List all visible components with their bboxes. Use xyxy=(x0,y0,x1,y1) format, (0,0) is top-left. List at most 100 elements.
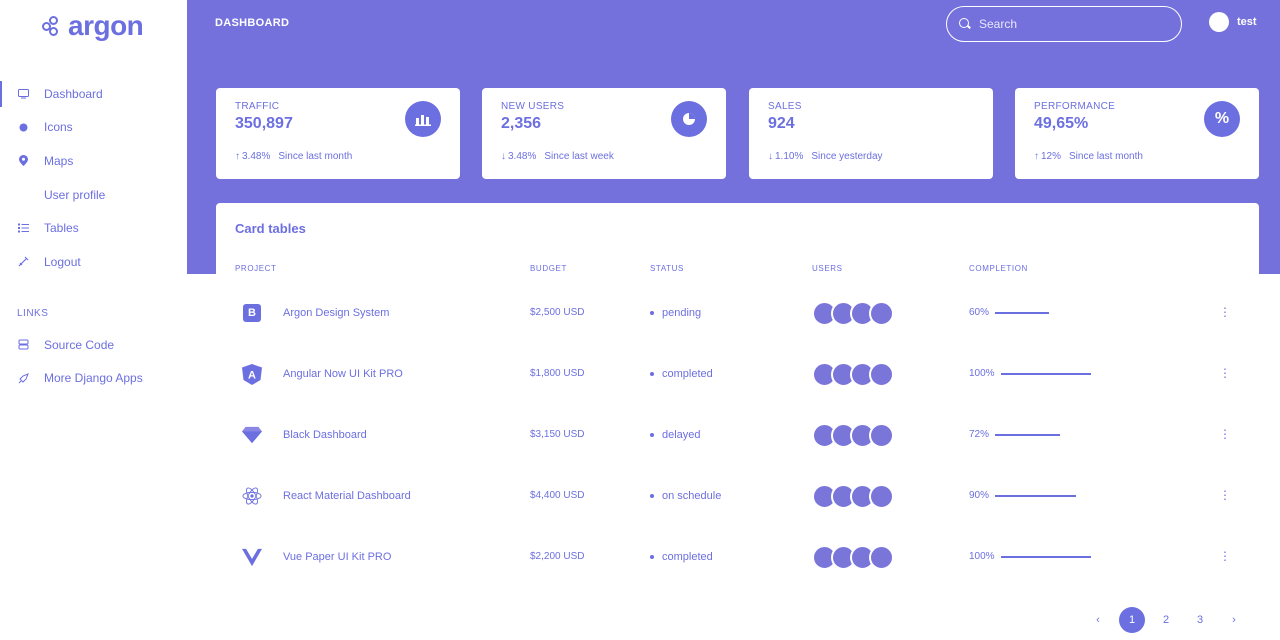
status-dot xyxy=(650,555,654,559)
avatar[interactable] xyxy=(869,423,894,448)
percent-icon: % xyxy=(1204,101,1240,137)
column-header-status: STATUS xyxy=(650,264,684,273)
completion: 100% xyxy=(969,551,1091,562)
sidebar-item-label: Icons xyxy=(44,120,73,135)
status-text: completed xyxy=(662,551,713,563)
user-menu[interactable]: test xyxy=(1209,12,1257,32)
page-title[interactable]: DASHBOARD xyxy=(215,17,289,29)
stat-footer: ↓ 1.10% Since yesterday xyxy=(768,151,883,162)
tv-icon xyxy=(17,88,29,100)
more-options-icon[interactable]: ⋮ xyxy=(1219,427,1231,441)
svg-text:A: A xyxy=(248,369,256,381)
project-name[interactable]: Black Dashboard xyxy=(283,429,367,441)
key-icon xyxy=(17,256,29,268)
sidebar-item-label: User profile xyxy=(44,187,106,202)
sidebar-item-label: Dashboard xyxy=(44,86,103,101)
progress-bar xyxy=(995,311,1050,314)
budget: $2,500 USD xyxy=(530,307,585,318)
completion-percent: 90% xyxy=(969,490,990,501)
pagination-page-3[interactable]: 3 xyxy=(1187,607,1213,633)
pagination-next[interactable]: › xyxy=(1221,607,1247,633)
sidebar-item-tables[interactable]: Tables xyxy=(0,211,187,245)
avatar[interactable] xyxy=(1209,12,1229,32)
progress-bar xyxy=(1000,372,1091,375)
status-text: delayed xyxy=(662,429,701,441)
search-input[interactable] xyxy=(979,17,1169,31)
sidebar-item-more-django-apps[interactable]: More Django Apps xyxy=(0,362,187,396)
completion: 72% xyxy=(969,429,1060,440)
card-title: Card tables xyxy=(235,221,306,236)
arrow-up-icon: ↑ xyxy=(1034,151,1039,162)
user-avatars xyxy=(812,362,894,387)
column-header-completion: COMPLETION xyxy=(969,264,1028,273)
status-text: pending xyxy=(662,307,702,319)
more-options-icon[interactable]: ⋮ xyxy=(1219,366,1231,380)
sidebar-item-label: More Django Apps xyxy=(44,371,143,386)
status-dot xyxy=(650,494,654,498)
card-table: Card tables PROJECT BUDGET STATUS USERS … xyxy=(216,203,1259,640)
pagination-page-1[interactable]: 1 xyxy=(1119,607,1145,633)
sidebar-item-label: Maps xyxy=(44,153,74,168)
table-row: B Argon Design System $2,500 USD pending… xyxy=(216,283,1259,344)
user-avatars xyxy=(812,301,894,326)
project-name[interactable]: React Material Dashboard xyxy=(283,490,411,502)
more-options-icon[interactable]: ⋮ xyxy=(1219,549,1231,563)
stat-period: Since last month xyxy=(278,151,353,162)
sidebar-item-icons[interactable]: Icons xyxy=(0,111,187,145)
stat-title: SALES xyxy=(768,101,802,112)
stat-period: Since yesterday xyxy=(811,151,883,162)
stat-card-traffic: TRAFFIC 350,897 ↑ 3.48% Since last month xyxy=(216,88,460,179)
column-header-users: USERS xyxy=(812,264,843,273)
project-name[interactable]: Argon Design System xyxy=(283,307,389,319)
arrow-down-icon: ↓ xyxy=(768,151,773,162)
list-icon xyxy=(17,222,29,234)
sidebar-item-label: Source Code xyxy=(44,337,115,352)
stat-footer: ↑ 3.48% Since last month xyxy=(235,151,352,162)
more-options-icon[interactable]: ⋮ xyxy=(1219,488,1231,502)
avatar[interactable] xyxy=(869,362,894,387)
sidebar-item-maps[interactable]: Maps xyxy=(0,144,187,178)
sidebar-item-source-code[interactable]: Source Code xyxy=(0,328,187,362)
progress-bar xyxy=(1000,555,1091,558)
completion-percent: 72% xyxy=(969,429,990,440)
spaceship-icon xyxy=(17,339,29,351)
stat-footer: ↑ 12% Since last month xyxy=(1034,151,1143,162)
chart-bar-icon xyxy=(405,101,441,137)
stat-footer: ↓ 3.48% Since last week xyxy=(501,151,614,162)
sidebar: argon Dashboard Icons Maps User profile xyxy=(0,0,187,640)
avatar[interactable] xyxy=(869,301,894,326)
table-row: Vue Paper UI Kit PRO $2,200 USD complete… xyxy=(216,527,1259,588)
sidebar-item-logout[interactable]: Logout xyxy=(0,245,187,279)
sidebar-item-user-profile[interactable]: User profile xyxy=(0,178,187,212)
arrow-up-icon: ↑ xyxy=(235,151,240,162)
avatar[interactable] xyxy=(869,484,894,509)
stat-period: Since last month xyxy=(1069,151,1143,162)
stat-period: Since last week xyxy=(544,151,614,162)
user-name[interactable]: test xyxy=(1237,16,1257,28)
status: pending xyxy=(650,307,701,319)
pagination: ‹ 1 2 3 › xyxy=(1085,607,1247,633)
budget: $1,800 USD xyxy=(530,368,585,379)
table-row: Black Dashboard $3,150 USD delayed 72% ⋮ xyxy=(216,405,1259,466)
search-box[interactable] xyxy=(946,6,1182,42)
pagination-page-2[interactable]: 2 xyxy=(1153,607,1179,633)
user-avatars xyxy=(812,423,894,448)
stat-card-new-users: NEW USERS 2,356 ↓ 3.48% Since last week xyxy=(482,88,726,179)
more-options-icon[interactable]: ⋮ xyxy=(1219,305,1231,319)
pagination-prev[interactable]: ‹ xyxy=(1085,607,1111,633)
avatar[interactable] xyxy=(869,545,894,570)
column-header-budget: BUDGET xyxy=(530,264,567,273)
sidebar-item-dashboard[interactable]: Dashboard xyxy=(0,77,187,111)
stat-change: 1.10% xyxy=(775,151,804,162)
table-row: React Material Dashboard $4,400 USD on s… xyxy=(216,466,1259,527)
completion-percent: 100% xyxy=(969,368,995,379)
project-name[interactable]: Angular Now UI Kit PRO xyxy=(283,368,403,380)
user-avatars xyxy=(812,484,894,509)
brand-logo[interactable]: argon xyxy=(40,10,144,42)
completion: 60% xyxy=(969,307,1050,318)
status-text: on schedule xyxy=(662,490,722,502)
brand-name: argon xyxy=(68,10,144,41)
sketch-icon xyxy=(242,425,262,445)
budget: $2,200 USD xyxy=(530,551,585,562)
project-name[interactable]: Vue Paper UI Kit PRO xyxy=(283,551,391,563)
